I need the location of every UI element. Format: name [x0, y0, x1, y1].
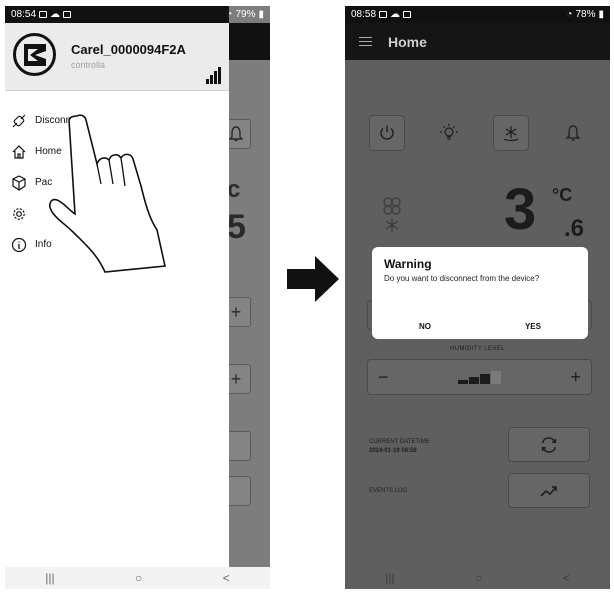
- dialog-yes-button[interactable]: YES: [525, 322, 541, 331]
- humidity-minus-button[interactable]: −: [378, 367, 389, 388]
- light-button[interactable]: [431, 115, 467, 151]
- system-navbar: ||| ○ <: [345, 567, 610, 589]
- humidity-label: HUMIDITY LEVEL: [450, 346, 505, 352]
- package-icon: [10, 174, 28, 192]
- humidity-bar: [491, 370, 501, 384]
- notification-icon: [379, 11, 388, 18]
- arrow-right-icon: [287, 256, 339, 302]
- humidity-plus-button[interactable]: +: [570, 367, 581, 388]
- events-log-button[interactable]: [508, 473, 590, 508]
- dialog-title: Warning: [384, 257, 432, 271]
- home-icon: [10, 143, 28, 161]
- humidity-bar: [469, 376, 479, 384]
- pointing-hand-icon: [49, 114, 166, 273]
- app-header: Home: [345, 23, 610, 60]
- power-button[interactable]: [369, 115, 405, 151]
- hamburger-menu-icon[interactable]: [359, 37, 372, 46]
- wifi-icon: ◔: [566, 9, 573, 20]
- status-bar: 08:58 ☁ ◔ 78% ▮: [345, 6, 610, 23]
- home-button[interactable]: ○: [135, 571, 142, 585]
- info-icon: [10, 236, 28, 254]
- page-title: Home: [388, 33, 427, 50]
- temperature-decimal: .6: [564, 215, 585, 242]
- gallery-icon: [63, 11, 72, 18]
- cloud-icon: ☁: [50, 9, 61, 20]
- temperature-integer: 3: [504, 177, 537, 242]
- home-button[interactable]: ○: [475, 571, 482, 585]
- humidity-level-bars: [458, 370, 501, 384]
- power-icon: [380, 125, 394, 140]
- bell-icon: [229, 126, 243, 142]
- status-time: 08:54: [11, 9, 37, 20]
- humidity-control: − +: [367, 359, 592, 395]
- light-bulb-icon: [440, 124, 458, 140]
- back-button[interactable]: <: [563, 571, 570, 585]
- alarm-button[interactable]: [555, 115, 591, 151]
- bg-temp-unit: c: [227, 176, 241, 203]
- humidity-bar: [458, 379, 468, 384]
- defrost-icon: [503, 126, 519, 142]
- defrost-button[interactable]: [493, 115, 529, 151]
- right-phone-screen: 08:58 ☁ ◔ 78% ▮ Home 3 °C .6 HUMIDITY LE…: [345, 6, 610, 589]
- temperature-unit: °C: [552, 185, 573, 205]
- sync-datetime-button[interactable]: [508, 427, 590, 462]
- dialog-actions: NO YES: [372, 322, 588, 331]
- battery-percent: 78%: [575, 9, 596, 20]
- left-phone-screen: c 5 + + 08:54 ☁ Carel_0000094F2A control…: [5, 6, 270, 589]
- fan-icon: [381, 196, 403, 239]
- device-subtitle: controlla: [71, 60, 106, 70]
- bg-temp-digit: 5: [227, 208, 246, 246]
- current-datetime-value: 2024-01-19 08:59: [369, 448, 417, 454]
- gallery-icon: [403, 11, 412, 18]
- battery-icon: ▮: [598, 9, 604, 20]
- status-time: 08:58: [351, 9, 377, 20]
- current-datetime-label: CURRENT DATETIME: [369, 439, 430, 445]
- cloud-icon: ☁: [390, 9, 401, 20]
- trend-chart-icon: [540, 485, 557, 497]
- system-navbar: ||| ○ <: [5, 567, 270, 589]
- recent-apps-button[interactable]: |||: [385, 571, 394, 585]
- electrolux-logo-icon: [13, 33, 56, 76]
- device-name: Carel_0000094F2A: [71, 42, 186, 57]
- warning-dialog: Warning Do you want to disconnect from t…: [372, 247, 588, 339]
- notification-icon: [39, 11, 48, 18]
- dialog-message: Do you want to disconnect from the devic…: [384, 274, 540, 283]
- events-log-label: EVENTS LOG: [369, 488, 408, 494]
- disconnect-icon: [10, 112, 28, 130]
- gear-icon: [10, 205, 28, 223]
- navigation-drawer: 08:54 ☁ Carel_0000094F2A controlla Disco…: [5, 6, 229, 567]
- bell-icon: [565, 125, 581, 141]
- status-bar: 08:54 ☁: [5, 6, 229, 23]
- drawer-header: Carel_0000094F2A controlla: [5, 23, 229, 91]
- signal-strength-icon: [206, 67, 221, 84]
- recent-apps-button[interactable]: |||: [45, 571, 54, 585]
- back-button[interactable]: <: [223, 571, 230, 585]
- dialog-no-button[interactable]: NO: [419, 322, 431, 331]
- humidity-bar: [480, 373, 490, 384]
- sync-icon: [541, 436, 557, 453]
